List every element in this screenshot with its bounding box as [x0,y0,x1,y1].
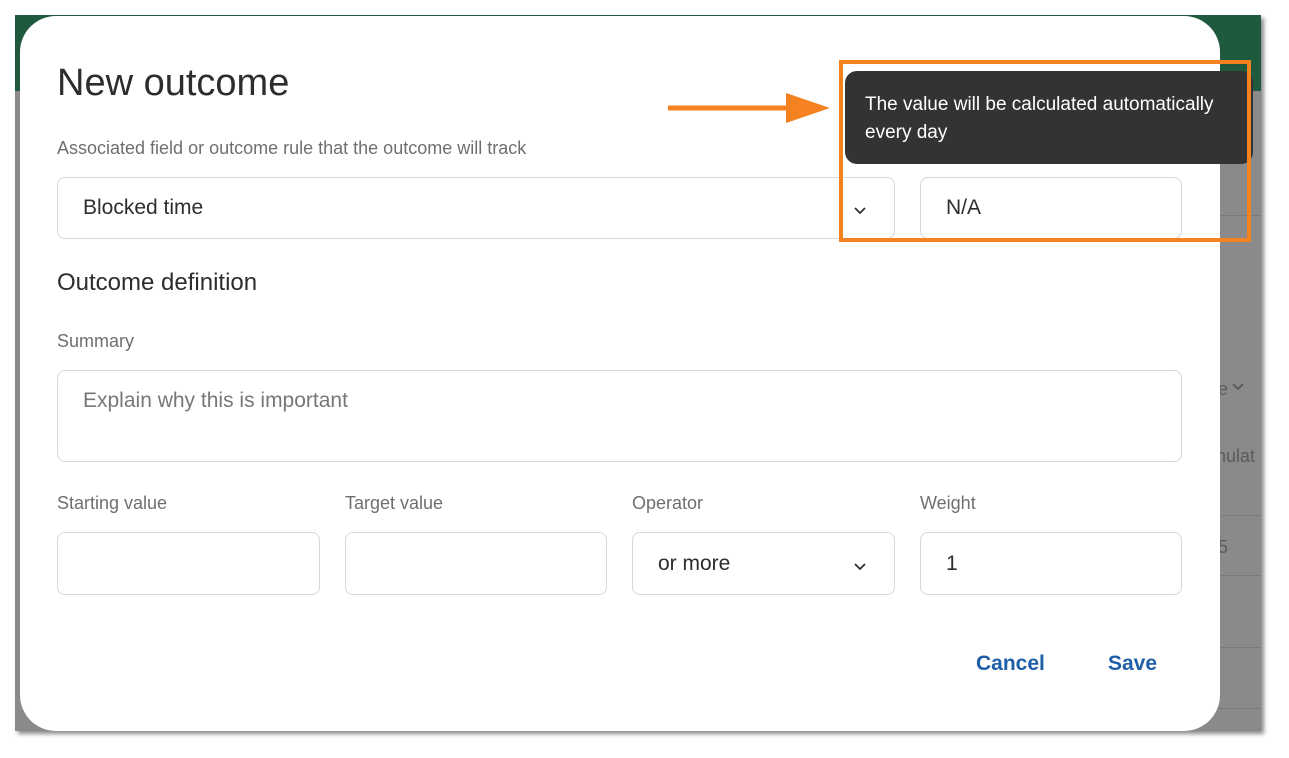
bg-chevron-down-icon [1231,379,1245,393]
weight-label: Weight [920,493,976,513]
target-value-label: Target value [345,493,444,513]
cancel-button[interactable]: Cancel [976,652,1045,676]
chevron-down-icon [852,556,868,572]
associated-field-label: Associated field or outcome rule that th… [57,138,527,158]
operator-value: or more [658,551,731,575]
save-button[interactable]: Save [1108,652,1157,676]
associated-field-select[interactable]: Blocked time [57,177,895,239]
starting-value-label: Starting value [57,493,168,513]
target-value-input[interactable] [345,532,607,595]
summary-label: Summary [57,331,135,351]
annotation-arrow-icon [668,93,830,123]
dialog-title: New outcome [57,62,290,104]
operator-label: Operator [632,493,704,513]
associated-field-value: Blocked time [83,196,204,219]
operator-select[interactable]: or more [632,532,895,595]
bg-partial-text: nulat [1216,446,1256,466]
weight-input[interactable]: 1 [920,532,1182,595]
weight-value: 1 [946,551,958,575]
starting-value-input[interactable] [57,532,320,595]
summary-placeholder: Explain why this is important [83,389,348,412]
summary-textarea[interactable]: Explain why this is important [57,370,1182,462]
annotation-highlight-box [839,60,1251,242]
outcome-definition-heading: Outcome definition [57,269,258,296]
